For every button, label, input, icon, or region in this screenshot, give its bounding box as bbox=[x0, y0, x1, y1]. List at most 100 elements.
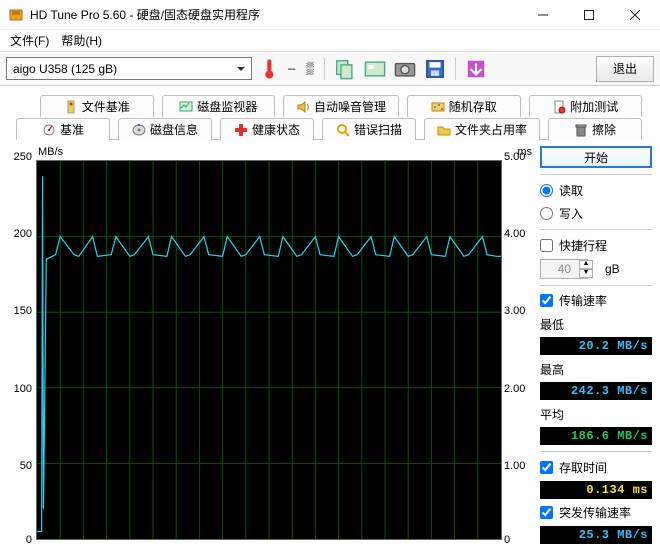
menu-bar: 文件(F) 帮助(H) bbox=[0, 30, 660, 52]
burst-rate-value: 25.3 MB/s bbox=[540, 526, 652, 544]
title-bar: HD Tune Pro 5.60 - 硬盘/固态硬盘实用程序 bbox=[0, 0, 660, 30]
tab-auto-noise[interactable]: 自动噪音管理 bbox=[283, 95, 399, 117]
tab-label: 文件夹占用率 bbox=[455, 121, 527, 138]
maximize-button[interactable] bbox=[566, 0, 612, 30]
toolbar: aigo U358 (125 gB) — ▒ 退出 bbox=[0, 52, 660, 86]
tab-error-scan[interactable]: 错误扫描 bbox=[322, 118, 416, 140]
tabs-row-top: 文件基准 磁盘监视器 自动噪音管理 随机存取 附加测试 bbox=[40, 92, 642, 116]
minimize-button[interactable] bbox=[520, 0, 566, 30]
start-button-label: 开始 bbox=[584, 149, 608, 166]
quick-checkbox[interactable] bbox=[540, 239, 553, 252]
start-button[interactable]: 开始 bbox=[540, 146, 652, 168]
save-icon[interactable] bbox=[423, 57, 447, 81]
tab-label: 随机存取 bbox=[449, 98, 497, 115]
tab-disk-monitor[interactable]: 磁盘监视器 bbox=[162, 95, 276, 117]
write-radio[interactable]: 写入 bbox=[540, 204, 652, 223]
check-label: 存取时间 bbox=[559, 459, 607, 476]
burst-rate-checkbox[interactable] bbox=[540, 506, 553, 519]
avg-label: 平均 bbox=[540, 406, 652, 423]
menu-help[interactable]: 帮助(H) bbox=[55, 30, 108, 51]
tab-label: 基准 bbox=[60, 121, 84, 138]
tab-label: 磁盘信息 bbox=[150, 121, 198, 138]
tabs-row-bottom: 基准 磁盘信息 健康状态 错误扫描 文件夹占用率 擦除 bbox=[16, 116, 642, 140]
tab-label: 错误扫描 bbox=[354, 121, 402, 138]
tab-folder-usage[interactable]: 文件夹占用率 bbox=[424, 118, 540, 140]
menu-file[interactable]: 文件(F) bbox=[4, 30, 55, 51]
y2-tick: 2.00 bbox=[504, 383, 525, 395]
tab-label: 自动噪音管理 bbox=[314, 98, 386, 115]
tab-label: 健康状态 bbox=[252, 121, 300, 138]
max-value: 242.3 MB/s bbox=[540, 382, 652, 400]
read-radio-input[interactable] bbox=[540, 184, 553, 197]
camera-icon[interactable] bbox=[393, 57, 417, 81]
tab-disk-info[interactable]: 磁盘信息 bbox=[118, 118, 212, 140]
min-label: 最低 bbox=[540, 316, 652, 333]
chart-pane: MB/s ms 250 200 150 100 50 0 5.00 4.00 3… bbox=[8, 146, 532, 544]
burst-rate-check[interactable]: 突发传输速率 bbox=[540, 503, 652, 522]
radio-label: 读取 bbox=[559, 182, 583, 199]
check-label: 快捷行程 bbox=[559, 237, 607, 254]
read-radio[interactable]: 读取 bbox=[540, 181, 652, 200]
side-panel: 开始 读取 写入 快捷行程 ▲▼ gB 传输速率 最低 20.2 MB/s 最高… bbox=[540, 146, 652, 544]
tab-file-benchmark[interactable]: 文件基准 bbox=[40, 95, 154, 117]
separator bbox=[540, 285, 652, 286]
app-icon bbox=[8, 7, 24, 23]
radio-label: 写入 bbox=[559, 205, 583, 222]
access-time-checkbox[interactable] bbox=[540, 461, 553, 474]
tab-erase[interactable]: 擦除 bbox=[548, 118, 642, 140]
avg-value: 186.6 MB/s bbox=[540, 427, 652, 445]
size-unit: gB bbox=[605, 262, 620, 276]
tab-additional-test[interactable]: 附加测试 bbox=[529, 95, 643, 117]
y-tick: 200 bbox=[14, 228, 32, 240]
y-tick: 250 bbox=[14, 151, 32, 163]
y-tick: 50 bbox=[20, 460, 32, 472]
y-tick: 100 bbox=[14, 383, 32, 395]
size-spinner[interactable]: ▲▼ bbox=[579, 260, 593, 278]
min-value: 20.2 MB/s bbox=[540, 337, 652, 355]
main-area: MB/s ms 250 200 150 100 50 0 5.00 4.00 3… bbox=[0, 140, 660, 544]
y-tick: 150 bbox=[14, 305, 32, 317]
drive-selector[interactable]: aigo U358 (125 gB) bbox=[6, 57, 252, 80]
chart-grid bbox=[37, 161, 501, 539]
y-axis-label: MB/s bbox=[38, 146, 63, 158]
exit-button[interactable]: 退出 bbox=[596, 56, 654, 82]
size-row: ▲▼ gB bbox=[540, 259, 652, 279]
transfer-rate-checkbox[interactable] bbox=[540, 294, 553, 307]
y-tick: 0 bbox=[26, 534, 32, 546]
quick-check[interactable]: 快捷行程 bbox=[540, 236, 652, 255]
y2-tick: 0 bbox=[504, 534, 510, 546]
thermometer-icon[interactable] bbox=[258, 57, 282, 81]
y2-tick: 3.00 bbox=[504, 305, 525, 317]
write-radio-input[interactable] bbox=[540, 207, 553, 220]
tab-benchmark[interactable]: 基准 bbox=[16, 118, 110, 140]
access-time-value: 0.134 ms bbox=[540, 481, 652, 499]
chart-svg bbox=[37, 161, 501, 539]
tab-label: 擦除 bbox=[592, 121, 616, 138]
y-axis-left: 250 200 150 100 50 0 bbox=[8, 146, 34, 544]
tab-label: 附加测试 bbox=[570, 98, 618, 115]
separator bbox=[540, 229, 652, 230]
options-icon[interactable] bbox=[464, 57, 488, 81]
screenshot-icon[interactable] bbox=[363, 57, 387, 81]
chart-plot bbox=[36, 160, 502, 540]
check-label: 传输速率 bbox=[559, 292, 607, 309]
close-button[interactable] bbox=[612, 0, 658, 30]
drive-selector-value: aigo U358 (125 gB) bbox=[13, 62, 117, 76]
exit-button-label: 退出 bbox=[613, 60, 637, 77]
max-label: 最高 bbox=[540, 361, 652, 378]
copy-icon[interactable] bbox=[333, 57, 357, 81]
tab-label: 磁盘监视器 bbox=[197, 98, 257, 115]
separator bbox=[540, 451, 652, 452]
tabs-area: 文件基准 磁盘监视器 自动噪音管理 随机存取 附加测试 基准 磁盘信息 健康状态… bbox=[0, 86, 660, 140]
tab-random-access[interactable]: 随机存取 bbox=[407, 95, 521, 117]
y2-tick: 1.00 bbox=[504, 460, 525, 472]
toolbar-separator bbox=[455, 58, 456, 80]
temp-readout: — ▒ bbox=[288, 62, 316, 76]
toolbar-separator bbox=[324, 58, 325, 80]
tab-health[interactable]: 健康状态 bbox=[220, 118, 314, 140]
check-label: 突发传输速率 bbox=[559, 504, 631, 521]
window-title: HD Tune Pro 5.60 - 硬盘/固态硬盘实用程序 bbox=[30, 6, 520, 23]
access-time-check[interactable]: 存取时间 bbox=[540, 458, 652, 477]
y-axis-right: 5.00 4.00 3.00 2.00 1.00 0 bbox=[502, 146, 532, 544]
transfer-rate-check[interactable]: 传输速率 bbox=[540, 291, 652, 310]
